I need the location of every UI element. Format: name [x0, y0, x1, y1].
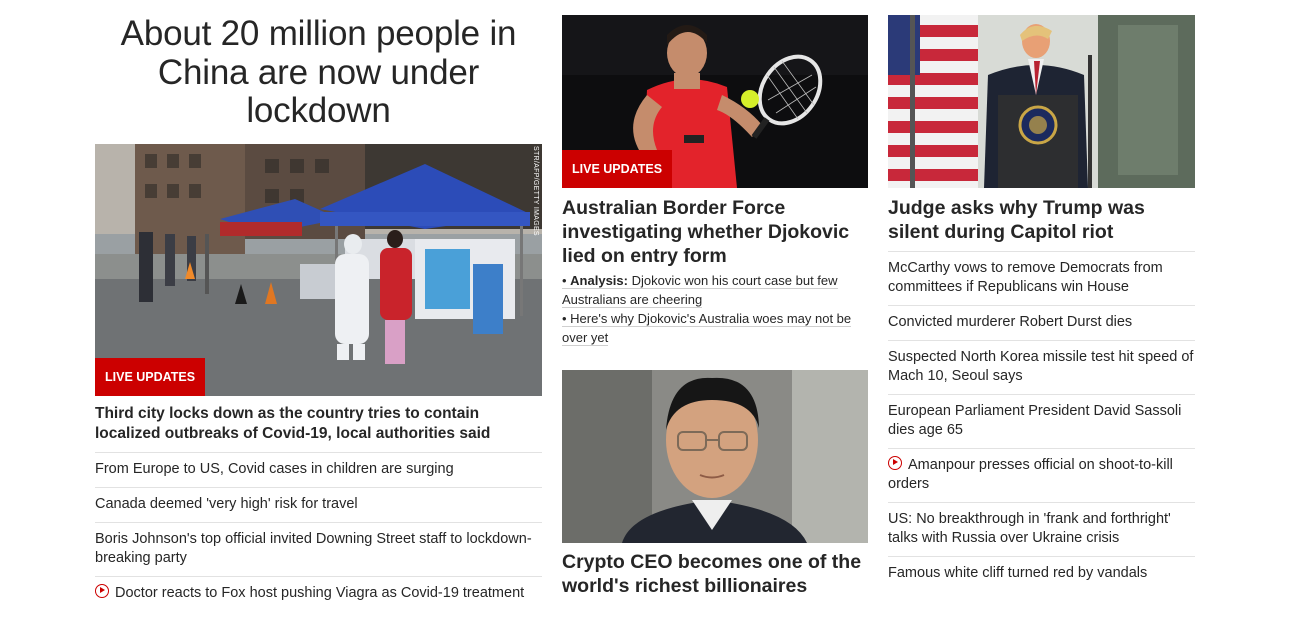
- lead-story-headline[interactable]: Third city locks down as the country tri…: [95, 396, 542, 452]
- related-link-anchor[interactable]: • Here's why Djokovic's Australia woes m…: [562, 311, 852, 346]
- list-item: Famous white cliff turned red by vandals: [888, 556, 1195, 591]
- story-link[interactable]: Famous white cliff turned red by vandals: [888, 565, 1147, 581]
- list-item: Suspected North Korea missile test hit s…: [888, 340, 1195, 394]
- story-link[interactable]: Convicted murderer Robert Durst dies: [888, 314, 1132, 330]
- story-link[interactable]: From Europe to US, Covid cases in childr…: [95, 461, 454, 477]
- list-item: From Europe to US, Covid cases in childr…: [95, 451, 542, 487]
- crypto-ceo-photo-image: [562, 370, 868, 543]
- crypto-ceo-headline[interactable]: Crypto CEO becomes one of the world's ri…: [562, 550, 868, 598]
- photo-credit: STR/AFP/GETTY IMAGES: [532, 145, 539, 236]
- list-item: US: No breakthrough in 'frank and forthr…: [888, 502, 1195, 556]
- story-link[interactable]: McCarthy vows to remove Democrats from c…: [888, 260, 1163, 295]
- analysis-link-anchor[interactable]: • Analysis: Djokovic won his court case …: [562, 273, 838, 308]
- live-updates-badge[interactable]: LIVE UPDATES: [562, 150, 673, 188]
- right-column: Judge asks why Trump was silent during C…: [888, 0, 1195, 591]
- list-item: Doctor reacts to Fox host pushing Viagra…: [95, 575, 542, 611]
- video-link[interactable]: Amanpour presses official on shoot-to-ki…: [888, 457, 1173, 492]
- list-item: Boris Johnson's top official invited Dow…: [95, 521, 542, 576]
- lead-story-column: About 20 million people in China are now…: [95, 0, 542, 611]
- list-item: European Parliament President David Sass…: [888, 394, 1195, 448]
- story-link[interactable]: Suspected North Korea missile test hit s…: [888, 349, 1193, 384]
- story-link[interactable]: European Parliament President David Sass…: [888, 403, 1181, 438]
- trump-photo-image: [888, 15, 1195, 188]
- main-headline[interactable]: About 20 million people in China are now…: [95, 0, 542, 131]
- list-item: McCarthy vows to remove Democrats from c…: [888, 251, 1195, 305]
- crypto-ceo-photo[interactable]: [562, 370, 868, 543]
- play-icon: [95, 583, 109, 598]
- list-item: Canada deemed 'very high' risk for trave…: [95, 486, 542, 522]
- related-link: • Here's why Djokovic's Australia woes m…: [562, 309, 868, 347]
- djokovic-photo[interactable]: LIVE UPDATES: [562, 15, 868, 188]
- lead-story-links: From Europe to US, Covid cases in childr…: [95, 451, 542, 611]
- analysis-link: • Analysis: Djokovic won his court case …: [562, 271, 868, 309]
- right-column-links: McCarthy vows to remove Democrats from c…: [888, 251, 1195, 591]
- trump-headline[interactable]: Judge asks why Trump was silent during C…: [888, 188, 1195, 251]
- middle-column: LIVE UPDATES Australian Border Force inv…: [562, 0, 868, 597]
- story-link[interactable]: Canada deemed 'very high' risk for trave…: [95, 496, 358, 512]
- djokovic-headline[interactable]: Australian Border Force investigating wh…: [562, 188, 868, 268]
- djokovic-sub-links: • Analysis: Djokovic won his court case …: [562, 271, 868, 347]
- list-item: Amanpour presses official on shoot-to-ki…: [888, 448, 1195, 502]
- analysis-label: Analysis:: [570, 273, 628, 288]
- story-link[interactable]: US: No breakthrough in 'frank and forthr…: [888, 511, 1171, 546]
- video-link[interactable]: Doctor reacts to Fox host pushing Viagra…: [115, 585, 524, 601]
- play-icon: [888, 456, 902, 470]
- lockdown-photo[interactable]: STR/AFP/GETTY IMAGES LIVE UPDATES: [95, 143, 542, 396]
- related-link-text: Here's why Djokovic's Australia woes may…: [562, 311, 852, 345]
- live-updates-badge[interactable]: LIVE UPDATES: [95, 357, 206, 396]
- story-link[interactable]: Boris Johnson's top official invited Dow…: [95, 531, 532, 566]
- trump-photo[interactable]: [888, 15, 1195, 188]
- list-item: Convicted murderer Robert Durst dies: [888, 305, 1195, 340]
